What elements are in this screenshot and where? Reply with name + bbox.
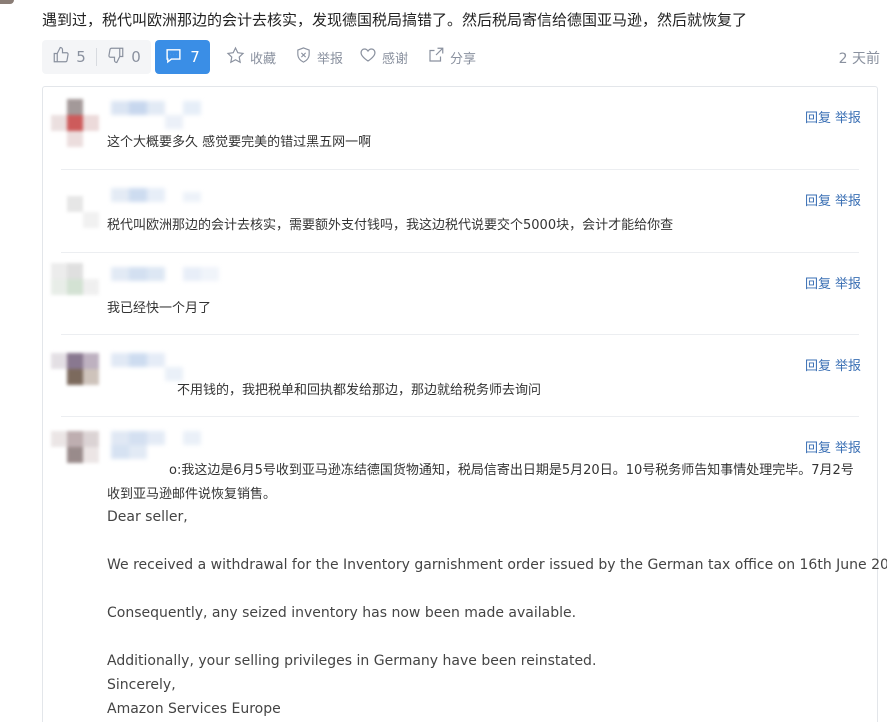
avatar [51,180,99,228]
thanks-button[interactable]: 感谢 [359,40,408,74]
user-name [111,101,221,129]
report-shield-icon [295,46,312,68]
comment-text: o:我这边是6月5号收到亚马逊冻结德国货物通知，税局信寄出日期是5月20日。10… [107,463,854,502]
comment-text: 这个大概要多久 感觉要完美的错过黑五网一啊 [107,135,372,150]
post-time: 2 天前 [838,51,880,67]
reply-link[interactable]: 回复 [805,355,831,374]
author-avatar-crop [0,0,14,4]
share-label: 分享 [450,51,477,67]
user-name [111,267,221,295]
comment-icon [165,47,182,68]
comment-divider [61,334,859,335]
avatar [51,431,99,479]
report-label: 举报 [317,51,344,67]
post-text: 遇到过，税代叫欧洲那边的会计去核实，发现德国税局搞错了。然后税局寄信给德国亚马逊… [42,11,748,29]
like-button[interactable]: 5 [42,40,96,74]
avatar [51,263,99,311]
letter-line: We received a withdrawal for the Invento… [107,557,887,573]
dislike-button[interactable]: 0 [97,40,151,74]
reply-link[interactable]: 回复 [805,273,831,292]
letter-line: Amazon Services Europe [107,701,281,717]
comment-text: 我已经快一个月了 [107,301,212,316]
avatar [51,353,99,401]
comment-count: 7 [190,48,200,66]
comment-toggle-button[interactable]: 7 [155,40,210,74]
share-button[interactable]: 分享 [427,40,476,74]
comment-actions: 回复 举报 [805,355,861,374]
favorite-button[interactable]: 收藏 [226,40,276,74]
report-link[interactable]: 举报 [835,190,861,209]
report-link[interactable]: 举报 [835,355,861,374]
thanks-label: 感谢 [382,51,409,67]
share-icon [427,46,445,68]
favorite-label: 收藏 [250,51,277,67]
report-link[interactable]: 举报 [835,107,861,126]
report-post-button[interactable]: 举报 [295,40,343,74]
vote-group: 5 0 [42,40,151,74]
reply-link[interactable]: 回复 [805,437,831,456]
reply-link[interactable]: 回复 [805,107,831,126]
thumbs-up-icon [52,46,70,68]
thumbs-down-icon [107,46,125,68]
user-name [111,353,221,381]
comment-divider [61,169,859,170]
star-icon [226,46,245,69]
user-name [111,431,221,459]
avatar [51,99,99,147]
dislike-count: 0 [131,48,141,66]
comment-text: 不用钱的，我把税单和回执都发给那边，那边就给税务师去询问 [177,383,542,398]
user-name [111,188,221,216]
letter-line: Dear seller, [107,509,188,525]
comment-list: 回复 举报 这个大概要多久 感觉要完美的错过黑五网一啊 回复 举报 税代叫欧洲那… [42,86,887,722]
comment-divider [61,416,859,417]
comment-actions: 回复 举报 [805,190,861,209]
comment-actions: 回复 举报 [805,107,861,126]
comment-actions: 回复 举报 [805,437,861,456]
report-link[interactable]: 举报 [835,273,861,292]
comment-text: 税代叫欧洲那边的会计去核实，需要额外支付钱吗，我这边税代说要交个5000块，会计… [107,218,674,233]
letter-line: Additionally, your selling privileges in… [107,653,597,669]
comment-divider [61,252,859,253]
comment-actions: 回复 举报 [805,273,861,292]
heart-icon [359,46,377,68]
report-link[interactable]: 举报 [835,437,861,456]
reply-link[interactable]: 回复 [805,190,831,209]
letter-line: Sincerely, [107,677,176,693]
action-bar: 5 0 7 收藏 举报 感谢 分享 2 天前 [42,40,880,74]
like-count: 5 [76,48,86,66]
letter-line: Consequently, any seized inventory has n… [107,605,577,621]
